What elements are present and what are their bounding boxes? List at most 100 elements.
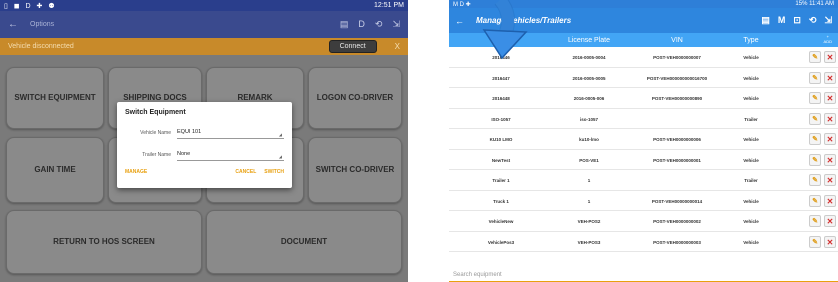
delete-icon[interactable]: ✕ [824, 133, 836, 145]
cell-vin: POST-VEH0000000007 [653, 55, 701, 60]
disconnected-banner: Vehicle disconnected Connect X [0, 38, 408, 55]
sync-icon[interactable]: ⟲ [809, 15, 817, 26]
cell-type: Vehicle [743, 75, 759, 81]
delete-icon[interactable]: ✕ [824, 153, 836, 166]
cell-license-plate: VEH-POS2 [577, 219, 601, 224]
edit-icon[interactable]: ✎ [809, 215, 821, 227]
back-arrow-icon[interactable]: ← [455, 16, 464, 26]
cell-license-plate: 1 [587, 178, 591, 183]
sync-icon[interactable]: ⟲ [375, 19, 383, 30]
switch-equipment-button[interactable]: SWITCH EQUIPMENT [6, 67, 104, 129]
status-battery-time: 15% 11:41 AM [795, 1, 834, 7]
delete-icon[interactable]: ✕ [824, 112, 836, 125]
trailer-name-label: Trailer Name [142, 152, 171, 158]
delete-icon[interactable]: ✕ [824, 51, 836, 63]
cell-name: ISO-1057 [491, 116, 511, 122]
trailer-row: Trailer Name None ◢ [125, 147, 284, 163]
cell-vin: POST-VEH0000000001 [653, 157, 701, 163]
table-row[interactable]: 2016448 2016-0005-006 POST-VEH00000000890 V… [449, 88, 838, 109]
documents-icon[interactable]: ▤ [340, 19, 349, 30]
delete-icon[interactable]: ✕ [824, 174, 836, 186]
dialog-actions: MANAGE CANCEL SWITCH [125, 169, 284, 175]
delete-icon[interactable]: ✕ [824, 71, 836, 84]
status-bar: ▯ ◼ D ✚ ⚉ 12:51 PM [0, 0, 408, 11]
edit-icon[interactable]: ✎ [809, 92, 821, 104]
switch-co-driver-button[interactable]: SWITCH CO-DRIVER [308, 137, 402, 203]
delete-icon[interactable]: ✕ [824, 194, 836, 207]
edit-icon[interactable]: ✎ [809, 194, 821, 207]
cell-license-plate: 2016-0005-0004 [572, 55, 606, 60]
connect-button[interactable]: Connect [328, 40, 377, 53]
edit-icon[interactable]: ✎ [809, 51, 821, 63]
edit-icon[interactable]: ✎ [809, 133, 821, 145]
table-row[interactable]: ISO-1057 iso-1057 Trailer ✎ ✕ [449, 109, 838, 129]
cell-type: Trailer [744, 116, 758, 122]
cell-license-plate: ku10-lmo [579, 137, 599, 142]
switch-equipment-dialog: Switch Equipment Vehicle Name EQUI 101 ◢… [117, 102, 292, 188]
cell-type: Vehicle [743, 239, 759, 245]
column-license-plate: License Plate [567, 36, 611, 44]
cell-name: 2016448 [492, 96, 510, 101]
table-row[interactable]: NewTest POS-VE1 POST-VEH0000000001 Vehicle ✎… [449, 150, 838, 170]
cell-type: Vehicle [743, 219, 759, 224]
dropdown-caret-icon: ◢ [278, 132, 282, 137]
document-button[interactable]: DOCUMENT [206, 210, 402, 274]
cell-type: Vehicle [743, 55, 759, 60]
close-banner-icon[interactable]: X [395, 42, 400, 51]
table-row[interactable]: VehicleNew VEH-POS2 POST-VEH0000000002 Vehi… [449, 211, 838, 232]
return-to-hos-button[interactable]: RETURN TO HOS SCREEN [6, 210, 202, 274]
inspection-icon[interactable]: ⊡ [793, 15, 801, 26]
cell-license-plate: 1 [587, 198, 591, 204]
vehicle-name-value: EQUI 101 [177, 129, 202, 135]
cell-vin: POST-VEH000000000016700 [646, 75, 708, 81]
logon-co-driver-button[interactable]: LOGON CO-DRIVER [308, 67, 402, 129]
delete-icon[interactable]: ✕ [824, 215, 836, 227]
driver-status-icon[interactable]: D [358, 19, 365, 30]
table-row[interactable]: KU10 LMO ku10-lmo POST-VEH0000000006 Vehicl… [449, 129, 838, 150]
equipment-table: 20164462016-0005-0004POST-VEH0000000007V… [449, 47, 838, 252]
vehicle-name-label: Vehicle Name [140, 130, 171, 136]
delete-icon[interactable]: ✕ [824, 235, 836, 248]
trailer-name-select[interactable]: None ◢ [177, 149, 284, 161]
cell-type: Trailer [744, 178, 758, 183]
vehicle-name-select[interactable]: EQUI 101 ◢ [177, 127, 284, 139]
cell-vin: POST-VEH0000000006 [653, 137, 701, 142]
delete-icon[interactable]: ✕ [824, 92, 836, 104]
cell-type: Vehicle [743, 96, 759, 101]
curved-arrow-icon [482, 0, 528, 60]
cell-name: Trailer 1 [492, 178, 510, 183]
documents-icon[interactable]: ▤ [761, 15, 770, 26]
edit-icon[interactable]: ✎ [809, 71, 821, 84]
cell-license-plate: 2016-0005-006 [573, 96, 605, 101]
edit-icon[interactable]: ✎ [809, 112, 821, 125]
cell-vin: POST-VEH0000000003 [653, 239, 701, 245]
edit-icon[interactable]: ✎ [809, 174, 821, 186]
manage-button[interactable]: MANAGE [125, 169, 147, 175]
table-row[interactable]: Trailer 1 1 Trailer ✎ ✕ [449, 170, 838, 191]
cell-license-plate: iso-1057 [579, 116, 598, 122]
table-row[interactable]: Truck 1 1 POST-VEH00000000014 Vehicle ✎ ✕ [449, 191, 838, 211]
cancel-button[interactable]: CANCEL [235, 169, 256, 175]
cell-vin: POST-VEH00000000890 [651, 96, 703, 101]
logout-icon[interactable]: ⇲ [392, 19, 400, 30]
cell-name: VehicleNew [488, 219, 514, 224]
cell-vin: POST-VEH00000000014 [651, 198, 703, 204]
cell-license-plate: 2016-0005-0005 [572, 75, 606, 81]
column-vin: VIN [671, 36, 683, 44]
table-row[interactable]: VehiclePos3 VEH-POS3 POST-VEH0000000003 Veh… [449, 232, 838, 252]
column-type: Type [743, 36, 759, 44]
add-label: ADD [823, 39, 832, 44]
search-equipment-input[interactable]: Search equipment [449, 272, 838, 282]
edit-icon[interactable]: ✎ [809, 153, 821, 166]
cell-name: 2016447 [492, 75, 510, 81]
add-equipment-button[interactable]: + ADD [824, 34, 832, 44]
table-row[interactable]: 2016447 2016-0005-0005 POST-VEH00000000001… [449, 68, 838, 88]
messages-icon[interactable]: M [778, 15, 786, 26]
logout-icon[interactable]: ⇲ [824, 15, 832, 26]
switch-button[interactable]: SWITCH [264, 169, 284, 175]
back-arrow-icon[interactable]: ← [8, 19, 18, 30]
edit-icon[interactable]: ✎ [809, 235, 821, 248]
cell-license-plate: VEH-POS3 [577, 239, 601, 245]
cell-type: Vehicle [743, 137, 759, 142]
gain-time-button[interactable]: GAIN TIME [6, 137, 104, 203]
